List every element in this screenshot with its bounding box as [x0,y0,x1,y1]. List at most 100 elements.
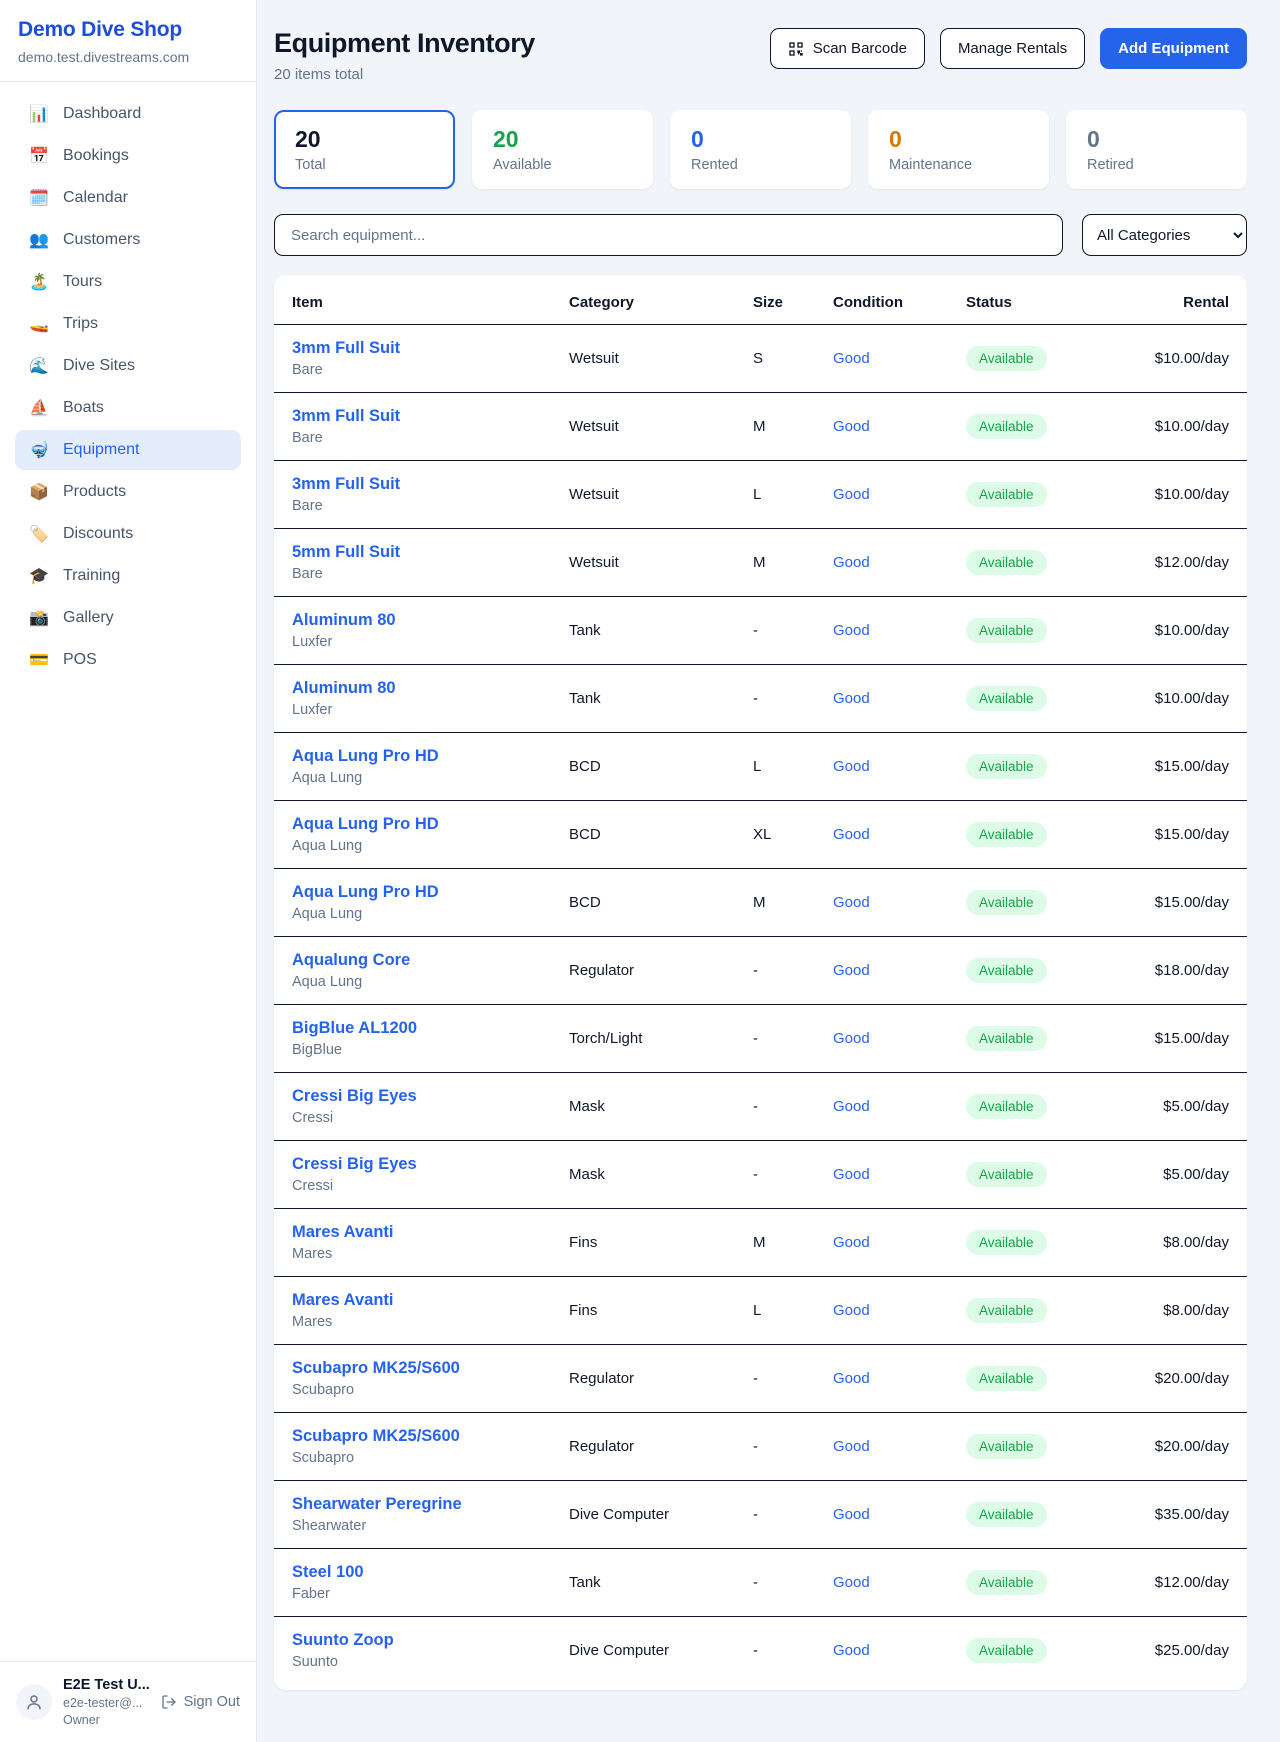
condition-link[interactable]: Good [833,894,870,911]
sidebar-item-pos[interactable]: 💳 POS [15,640,241,680]
sidebar-item-gallery[interactable]: 📸 Gallery [15,598,241,638]
sidebar-item-products[interactable]: 📦 Products [15,472,241,512]
item-brand: Mares [292,1314,551,1330]
sidebar-item-tours[interactable]: 🏝️ Tours [15,262,241,302]
condition-link[interactable]: Good [833,1166,870,1183]
item-brand: Aqua Lung [292,838,551,854]
item-name-link[interactable]: Shearwater Peregrine [292,1495,551,1514]
user-info: E2E Test U... e2e-tester@... Owner [63,1677,150,1727]
condition-link[interactable]: Good [833,350,870,367]
add-equipment-button[interactable]: Add Equipment [1100,28,1247,69]
item-name-link[interactable]: Scubapro MK25/S600 [292,1359,551,1378]
item-name-link[interactable]: BigBlue AL1200 [292,1019,551,1038]
item-name-link[interactable]: Cressi Big Eyes [292,1155,551,1174]
scan-barcode-label: Scan Barcode [813,40,907,57]
item-name-link[interactable]: Aqua Lung Pro HD [292,815,551,834]
condition-link[interactable]: Good [833,554,870,571]
sidebar-item-equipment[interactable]: 🤿 Equipment [15,430,241,470]
item-name-link[interactable]: Aqualung Core [292,951,551,970]
sidebar-item-bookings[interactable]: 📅 Bookings [15,136,241,176]
item-name-link[interactable]: 3mm Full Suit [292,339,551,358]
condition-link[interactable]: Good [833,758,870,775]
item-name-link[interactable]: Aluminum 80 [292,679,551,698]
condition-link[interactable]: Good [833,418,870,435]
item-brand: Bare [292,498,551,514]
item-size: - [744,1141,824,1209]
sidebar-item-label: Equipment [63,441,140,459]
condition-link[interactable]: Good [833,1234,870,1251]
condition-link[interactable]: Good [833,1302,870,1319]
item-brand: Faber [292,1586,551,1602]
item-size: L [744,733,824,801]
scan-barcode-button[interactable]: Scan Barcode [770,28,925,69]
item-name-link[interactable]: Steel 100 [292,1563,551,1582]
condition-link[interactable]: Good [833,962,870,979]
add-equipment-label: Add Equipment [1118,40,1229,57]
table-row: Shearwater Peregrine Shearwater Dive Com… [274,1481,1247,1549]
sidebar-item-label: Bookings [63,147,129,165]
item-category: Wetsuit [560,461,744,529]
sidebar-item-discounts[interactable]: 🏷️ Discounts [15,514,241,554]
item-name-link[interactable]: Aqua Lung Pro HD [292,747,551,766]
item-name-link[interactable]: Mares Avanti [292,1223,551,1242]
rental-price: $20.00/day [1155,1438,1229,1455]
item-name-link[interactable]: Aluminum 80 [292,611,551,630]
item-name-link[interactable]: Scubapro MK25/S600 [292,1427,551,1446]
sign-out-icon [161,1694,177,1710]
dashboard-icon: 📊 [28,104,50,124]
avatar [16,1684,52,1720]
rental-price: $18.00/day [1155,962,1229,979]
condition-link[interactable]: Good [833,826,870,843]
stat-card-retired[interactable]: 0 Retired [1066,110,1247,189]
sidebar-item-customers[interactable]: 👥 Customers [15,220,241,260]
condition-link[interactable]: Good [833,1642,870,1659]
manage-rentals-button[interactable]: Manage Rentals [940,28,1085,69]
stat-card-total[interactable]: 20 Total [274,110,455,189]
item-name-link[interactable]: 3mm Full Suit [292,407,551,426]
item-brand: Bare [292,362,551,378]
sign-out-button[interactable]: Sign Out [161,1694,240,1710]
sidebar-item-dive-sites[interactable]: 🌊 Dive Sites [15,346,241,386]
status-badge: Available [966,686,1047,711]
item-name-link[interactable]: 5mm Full Suit [292,543,551,562]
item-size: M [744,869,824,937]
sidebar-item-calendar[interactable]: 🗓️ Calendar [15,178,241,218]
stat-card-rented[interactable]: 0 Rented [670,110,851,189]
stat-card-maintenance[interactable]: 0 Maintenance [868,110,1049,189]
status-badge: Available [966,1026,1047,1051]
search-input[interactable] [274,214,1063,256]
condition-link[interactable]: Good [833,1030,870,1047]
item-name-link[interactable]: Cressi Big Eyes [292,1087,551,1106]
condition-link[interactable]: Good [833,1438,870,1455]
item-name-link[interactable]: 3mm Full Suit [292,475,551,494]
condition-link[interactable]: Good [833,622,870,639]
sidebar-item-label: Training [63,567,120,585]
item-size: - [744,1617,824,1685]
category-select[interactable]: All Categories [1082,214,1247,256]
customers-icon: 👥 [28,230,50,250]
condition-link[interactable]: Good [833,1098,870,1115]
sidebar-item-boats[interactable]: ⛵ Boats [15,388,241,428]
condition-link[interactable]: Good [833,690,870,707]
sign-out-label: Sign Out [184,1694,240,1710]
table-row: Aluminum 80 Luxfer Tank - Good Available… [274,665,1247,733]
column-header-rental: Rental [1109,275,1247,325]
sidebar-item-training[interactable]: 🎓 Training [15,556,241,596]
sidebar-nav: 📊 Dashboard 📅 Bookings 🗓️ Calendar 👥 Cus… [0,82,256,1661]
sidebar-item-dashboard[interactable]: 📊 Dashboard [15,94,241,134]
condition-link[interactable]: Good [833,1506,870,1523]
item-brand: Cressi [292,1110,551,1126]
rental-price: $5.00/day [1163,1166,1229,1183]
condition-link[interactable]: Good [833,486,870,503]
item-name-link[interactable]: Aqua Lung Pro HD [292,883,551,902]
items-total: 20 items total [274,66,535,83]
condition-link[interactable]: Good [833,1370,870,1387]
sidebar-item-label: POS [63,651,97,669]
item-category: Wetsuit [560,393,744,461]
item-name-link[interactable]: Mares Avanti [292,1291,551,1310]
stat-card-available[interactable]: 20 Available [472,110,653,189]
status-badge: Available [966,346,1047,371]
sidebar-item-trips[interactable]: 🚤 Trips [15,304,241,344]
condition-link[interactable]: Good [833,1574,870,1591]
item-name-link[interactable]: Suunto Zoop [292,1631,551,1650]
